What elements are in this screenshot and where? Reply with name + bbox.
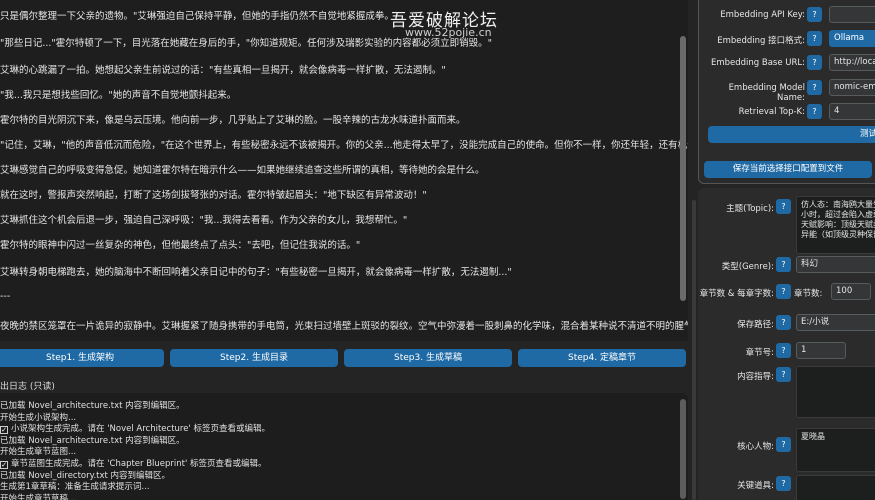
- log-line-text: 章节蓝图生成完成。请在 'Chapter Blueprint' 标签页查看或编辑…: [11, 459, 267, 469]
- embedding-interface-label: Embedding 接口格式:: [717, 36, 805, 46]
- log-line: 开始生成小说架构...: [0, 411, 76, 423]
- log-line-text: 开始生成小说架构...: [0, 412, 77, 423]
- log-line: 开始生成章节草稿...: [0, 492, 76, 500]
- help-icon[interactable]: ?: [776, 257, 791, 272]
- log-line-text: 已加载 Novel_architecture.txt 内容到编辑区。: [0, 401, 185, 411]
- chapters-wordcount-label: 章节数 & 每章字数:: [699, 289, 774, 299]
- help-icon[interactable]: ?: [807, 80, 822, 95]
- editor-paragraph: ---: [0, 291, 11, 302]
- editor-paragraph: 霍尔特的目光阴沉下来，像是乌云压境。他向前一步，几乎贴上了艾琳的脸。一股辛辣的古…: [0, 115, 466, 126]
- embedding-config-panel: Embedding API Key: ? Embedding 接口格式: ? O…: [698, 0, 875, 184]
- save-path-label: 保存路径:: [737, 320, 774, 330]
- log-line-text: 小说架构生成完成。请在 'Novel Architecture' 标签页查看或编…: [11, 424, 270, 435]
- output-log[interactable]: 已加载 Novel_architecture.txt 内容到编辑区。 开始生成小说…: [0, 393, 688, 500]
- save-path-input[interactable]: E:/小说: [796, 314, 875, 331]
- log-line: 生成第1章草稿：准备生成请求提示词...: [0, 480, 150, 492]
- embedding-api-key-input[interactable]: [829, 6, 875, 23]
- log-line: 已加载 Novel_directory.txt 内容到编辑区。: [0, 469, 170, 481]
- key-items-label: 关键道具:: [737, 481, 774, 491]
- help-icon[interactable]: ?: [776, 343, 791, 358]
- embedding-base-url-label: Embedding Base URL:: [710, 58, 805, 68]
- topic-textarea[interactable]: 仿人态：南海鸥大量生 小时，超过会陷入虚弱 天赋影响：顶级天赋类 异能（如顶级灵…: [796, 196, 875, 254]
- content-guidance-textarea[interactable]: [796, 366, 875, 418]
- step1-generate-architecture-button[interactable]: Step1. 生成架构: [0, 349, 164, 367]
- editor-scrollbar[interactable]: [680, 36, 686, 301]
- genre-label: 类型(Genre):: [721, 262, 774, 272]
- step2-generate-directory-button[interactable]: Step2. 生成目录: [170, 349, 338, 367]
- log-line: 已加载 Novel_architecture.txt 内容到编辑区。: [0, 434, 185, 446]
- log-line: 已加载 Novel_architecture.txt 内容到编辑区。: [0, 399, 185, 411]
- log-line-text: 已加载 Novel_architecture.txt 内容到编辑区。: [0, 435, 185, 446]
- topic-label: 主题(Topic):: [726, 204, 774, 214]
- log-line-text: 开始生成章节草稿...: [0, 493, 77, 500]
- core-characters-textarea[interactable]: 夏晓晶: [796, 428, 875, 472]
- help-icon[interactable]: ?: [776, 284, 791, 299]
- chapters-count-label: 章节数:: [794, 289, 823, 299]
- log-line-text: 已加载 Novel_directory.txt 内容到编辑区。: [0, 470, 171, 481]
- retrieval-topk-input[interactable]: 4: [829, 103, 875, 120]
- chapter-number-input[interactable]: 1: [796, 342, 846, 359]
- editor-paragraph: 艾琳的心跳漏了一拍。她想起父亲生前说过的话："有些真相一旦揭开，就会像病毒一样扩…: [0, 65, 446, 76]
- help-icon[interactable]: ?: [776, 437, 791, 452]
- chapter-editor[interactable]: 只是偶尔整理一下父亲的遗物。"艾琳强迫自己保持平静，但她的手指仍然不自觉地紧握成…: [0, 0, 688, 341]
- log-line: ✓ 小说架构生成完成。请在 'Novel Architecture' 标签页查看或…: [0, 422, 270, 435]
- log-scrollbar[interactable]: [680, 399, 686, 499]
- log-line-text: 开始生成章节蓝图...: [0, 447, 77, 458]
- editor-paragraph: 只是偶尔整理一下父亲的遗物。"艾琳强迫自己保持平静，但她的手指仍然不自觉地紧握成…: [0, 11, 394, 22]
- editor-paragraph: "我...我只是想找些回忆。"她的声音不自觉地颤抖起来。: [0, 90, 237, 101]
- core-characters-label: 核心人物:: [737, 442, 774, 452]
- log-title: 出日志 (只读): [0, 382, 55, 392]
- chapters-count-input[interactable]: 100: [831, 283, 871, 300]
- save-config-button[interactable]: 保存当前选择接口配置到文件: [704, 161, 872, 178]
- embedding-model-label: Embedding Model Name:: [728, 83, 805, 103]
- editor-paragraph: 艾琳转身朝电梯跑去，她的脑海中不断回响着父亲日记中的句子："有些秘密一旦揭开，就…: [0, 267, 512, 278]
- embedding-base-url-input[interactable]: http://localh: [829, 54, 875, 71]
- editor-paragraph: "记住，艾琳，"他的声音低沉而危险，"在这个世界上，有些秘密永远不该被揭开。你的…: [0, 140, 688, 151]
- log-line: ✓ 章节蓝图生成完成。请在 'Chapter Blueprint' 标签页查看或编…: [0, 457, 267, 469]
- editor-paragraph: 霍尔特的眼神中闪过一丝复杂的神色，但他最终点了点头："去吧，但记住我说的话。": [0, 240, 361, 251]
- help-icon[interactable]: ?: [776, 367, 791, 382]
- editor-paragraph: 夜晚的禁区笼罩在一片诡异的寂静中。艾琳握紧了随身携带的手电筒，光束扫过墙壁上斑驳…: [0, 321, 688, 332]
- key-items-textarea[interactable]: [796, 475, 875, 500]
- editor-paragraph: 艾琳抓住这个机会后退一步，强迫自己深呼吸："我...我得去看看。作为父亲的女儿，…: [0, 215, 408, 226]
- editor-paragraph: 艾琳感觉自己的呼吸变得急促。她知道霍尔特在暗示什么——如果她继续追查这些所谓的真…: [0, 165, 485, 176]
- log-line: 开始生成章节蓝图...: [0, 445, 76, 457]
- editor-paragraph: 就在这时，警报声突然响起，打断了这场剑拔弩张的对话。霍尔特皱起眉头："地下缺区有…: [0, 190, 427, 201]
- chapter-number-label: 章节号:: [745, 348, 774, 358]
- help-icon[interactable]: ?: [807, 55, 822, 70]
- content-guidance-label: 内容指导:: [737, 372, 774, 382]
- step3-generate-draft-button[interactable]: Step3. 生成草稿: [344, 349, 512, 367]
- help-icon[interactable]: ?: [776, 315, 791, 330]
- help-icon[interactable]: ?: [776, 199, 791, 214]
- help-icon[interactable]: ?: [807, 104, 822, 119]
- test-embedding-button[interactable]: 测试: [708, 126, 875, 143]
- log-line-text: 生成第1章草稿：准备生成请求提示词...: [0, 482, 150, 493]
- embedding-api-key-label: Embedding API Key:: [720, 10, 805, 20]
- help-icon[interactable]: ?: [807, 7, 822, 22]
- retrieval-topk-label: Retrieval Top-K:: [738, 107, 805, 117]
- help-icon[interactable]: ?: [807, 31, 822, 46]
- novel-params-panel: 主题(Topic): ? 仿人态：南海鸥大量生 小时，超过会陷入虚弱 天赋影响：…: [698, 188, 875, 500]
- watermark-url: www.52pojie.cn: [405, 26, 492, 39]
- genre-input[interactable]: 科幻: [796, 256, 875, 273]
- embedding-interface-select[interactable]: Ollama: [829, 30, 875, 47]
- panel-divider-scrollbar[interactable]: [692, 200, 696, 500]
- embedding-model-input[interactable]: nomic-emb: [829, 79, 875, 96]
- help-icon[interactable]: ?: [776, 476, 791, 491]
- step4-finalize-chapter-button[interactable]: Step4. 定稿章节: [518, 349, 686, 367]
